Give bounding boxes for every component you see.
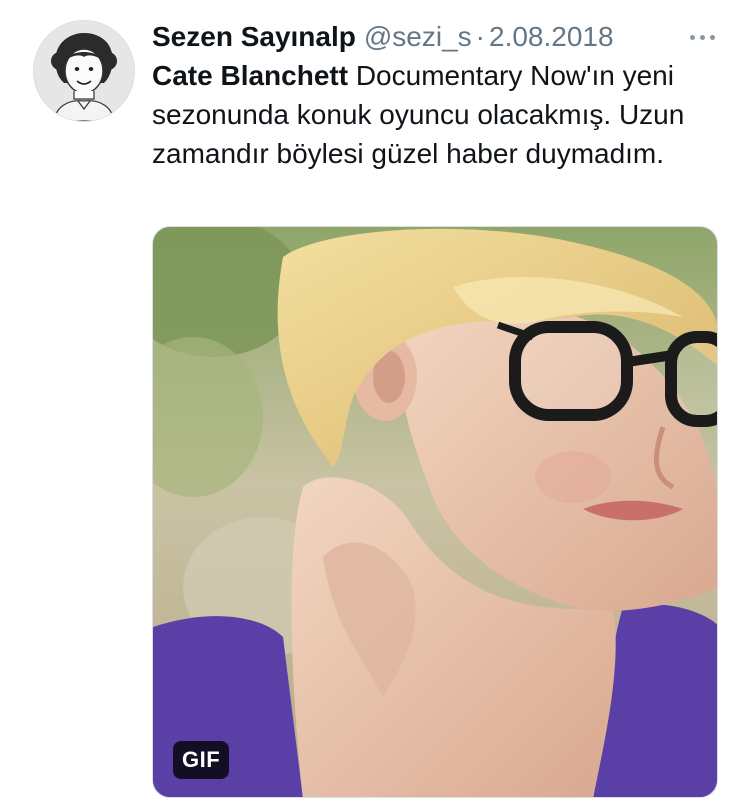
tweet[interactable]: Sezen Sayınalp @sezi_s · 2.08.2018 Cate … — [0, 0, 750, 806]
gif-badge: GIF — [173, 741, 230, 779]
tweet-header: Sezen Sayınalp @sezi_s · 2.08.2018 — [152, 18, 722, 56]
display-name[interactable]: Sezen Sayınalp — [152, 21, 356, 53]
gif-media[interactable]: GIF — [152, 226, 718, 798]
tweet-date[interactable]: 2.08.2018 — [489, 21, 614, 53]
user-handle[interactable]: @sezi_s — [364, 21, 472, 53]
tweet-text-bold[interactable]: Cate Blanchett — [152, 60, 348, 91]
tweet-text: Cate Blanchett Documentary Now'ın yeni s… — [152, 56, 732, 173]
more-horizontal-icon[interactable] — [682, 20, 722, 54]
avatar-illustration — [34, 21, 134, 121]
avatar[interactable] — [33, 20, 135, 122]
separator-dot: · — [475, 21, 485, 52]
gif-image — [153, 227, 717, 797]
